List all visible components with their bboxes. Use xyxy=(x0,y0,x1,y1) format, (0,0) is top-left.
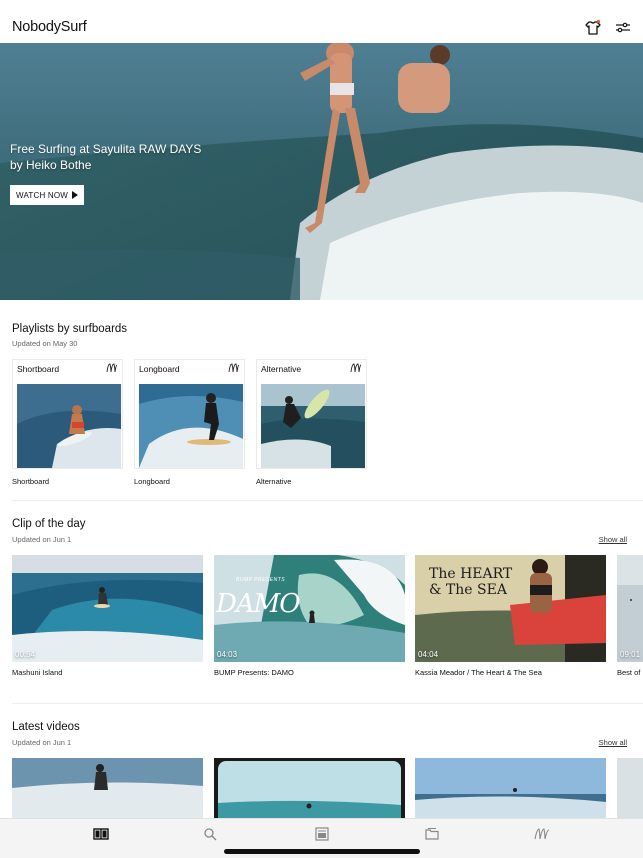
surfboards-icon[interactable] xyxy=(534,827,550,841)
clip-overlay-title: DAMO xyxy=(216,589,301,619)
clip-of-day-title: Clip of the day xyxy=(12,518,86,530)
playlist-label[interactable]: Alternative xyxy=(256,477,291,486)
watch-now-label: WATCH NOW xyxy=(16,190,69,200)
playlist-card-image xyxy=(17,384,121,468)
latest-video-card[interactable] xyxy=(12,758,203,818)
playlist-card-longboard[interactable]: Longboard xyxy=(134,359,245,469)
playlist-card-header: Alternative xyxy=(261,364,302,374)
latest-video-card[interactable] xyxy=(415,758,606,818)
video-thumbnail xyxy=(12,758,203,818)
watch-now-button[interactable]: WATCH NOW xyxy=(10,185,85,205)
playlist-card-alternative[interactable]: Alternative xyxy=(256,359,367,469)
playlist-card-shortboard[interactable]: Shortboard xyxy=(12,359,123,469)
videos-icon[interactable] xyxy=(93,827,109,841)
clip-overlay-small: BUMP PRESENTS xyxy=(236,577,286,583)
clip-card-heart-sea[interactable]: The HEART & The SEA 04:04 xyxy=(415,555,606,662)
clip-title[interactable]: Best of xyxy=(617,668,643,677)
search-icon[interactable] xyxy=(203,827,219,841)
settings-sliders-icon[interactable] xyxy=(614,19,632,37)
app-logo[interactable]: NobodySurf xyxy=(12,19,87,35)
surfboards-icon xyxy=(106,363,118,373)
section-divider xyxy=(12,500,643,501)
hero-image xyxy=(0,43,643,300)
clip-card-mashuni[interactable]: 00:54 xyxy=(12,555,203,662)
playlist-label[interactable]: Shortboard xyxy=(12,477,49,486)
clip-overlay-line2: & The SEA xyxy=(429,582,507,598)
clip-title[interactable]: Mashuni Island xyxy=(12,668,62,677)
top-bar: NobodySurf xyxy=(0,0,643,44)
clip-thumbnail xyxy=(617,555,643,662)
playlist-label[interactable]: Longboard xyxy=(134,477,170,486)
video-thumbnail xyxy=(617,758,643,818)
latest-videos-show-all-link[interactable]: Show all xyxy=(599,738,627,747)
playlist-card-header: Shortboard xyxy=(17,364,60,374)
clip-duration: 04:03 xyxy=(217,650,238,659)
latest-video-card[interactable] xyxy=(617,758,643,818)
surfboards-icon xyxy=(228,363,240,373)
hero-subtitle: by Heiko Bothe xyxy=(10,158,92,172)
playlists-title: Playlists by surfboards xyxy=(12,323,128,335)
surfboards-icon xyxy=(350,363,362,373)
clip-overlay-line1: The HEART xyxy=(429,566,513,582)
clip-of-day-updated: Updated on Jun 1 xyxy=(12,535,72,544)
clip-title[interactable]: BUMP Presents: DAMO xyxy=(214,668,294,677)
playlist-card-image xyxy=(139,384,243,468)
home-indicator[interactable] xyxy=(224,849,420,854)
clip-duration: 09:01 xyxy=(620,650,641,659)
latest-video-card[interactable] xyxy=(214,758,405,818)
latest-videos-title: Latest videos xyxy=(12,721,80,733)
play-icon xyxy=(72,191,79,199)
playlist-card-image xyxy=(261,384,365,468)
clip-card-best-of[interactable]: 09:01 xyxy=(617,555,643,662)
playlists-updated: Updated on May 30 xyxy=(12,339,78,348)
clip-thumbnail xyxy=(12,555,203,662)
hero-banner[interactable]: Free Surfing at Sayulita RAW DAYS by Hei… xyxy=(0,43,643,300)
folder-icon[interactable] xyxy=(424,827,440,841)
clip-title[interactable]: Kassia Meador / The Heart & The Sea xyxy=(415,668,542,677)
section-divider xyxy=(12,703,643,704)
video-thumbnail xyxy=(214,758,405,818)
clip-duration: 00:54 xyxy=(15,650,36,659)
shop-shirt-icon[interactable] xyxy=(584,19,602,37)
news-icon[interactable] xyxy=(314,827,330,841)
clip-of-day-show-all-link[interactable]: Show all xyxy=(599,535,627,544)
hero-title: Free Surfing at Sayulita RAW DAYS xyxy=(10,142,202,156)
video-thumbnail xyxy=(415,758,606,818)
latest-videos-updated: Updated on Jun 1 xyxy=(12,738,72,747)
playlist-card-header: Longboard xyxy=(139,364,180,374)
clip-duration: 04:04 xyxy=(418,650,439,659)
clip-card-damo[interactable]: BUMP PRESENTS DAMO 04:03 xyxy=(214,555,405,662)
